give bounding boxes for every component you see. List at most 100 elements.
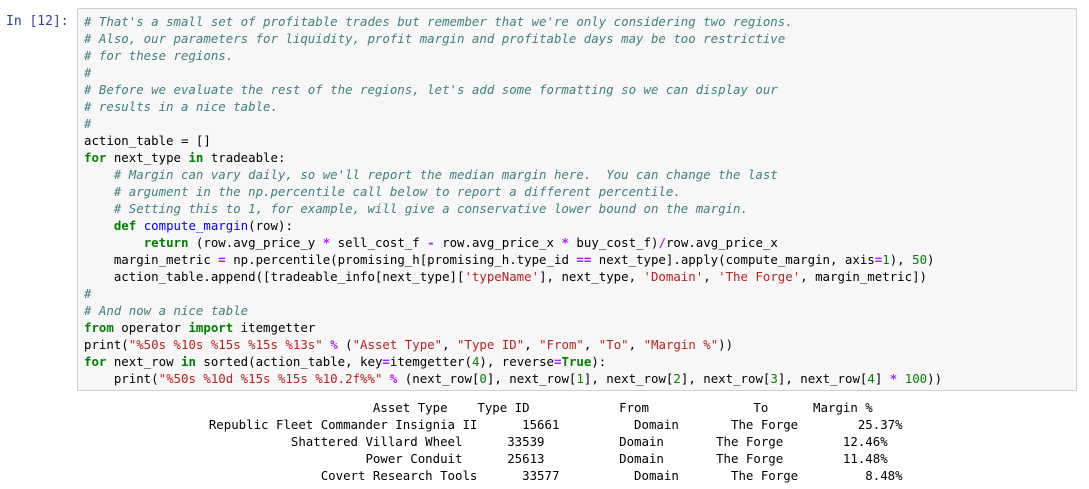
code-line: action_table.append([tradeable_info[next… xyxy=(84,268,942,285)
code-token-string: "To" xyxy=(598,337,629,352)
code-token-plain: row.avg_price_x xyxy=(434,235,562,250)
code-token-plain: , xyxy=(524,337,540,352)
code-token-plain: , xyxy=(703,269,719,284)
code-token-comment: # xyxy=(84,116,92,131)
code-token-keyword: import xyxy=(188,320,234,335)
code-token-operator: / xyxy=(658,235,666,250)
code-line: # xyxy=(84,285,942,302)
code-token-string: 'Domain' xyxy=(643,269,704,284)
code-token-operator: = xyxy=(382,354,390,369)
code-token-plain: ): xyxy=(591,354,607,369)
code-token-number: 2 xyxy=(673,371,681,386)
code-token-keyword: def xyxy=(113,218,137,233)
code-block[interactable]: # That's a small set of profitable trade… xyxy=(84,13,942,387)
code-token-string: "Asset Type" xyxy=(352,337,443,352)
code-token-keyword: True xyxy=(561,354,592,369)
code-token-plain: )) xyxy=(718,337,734,352)
code-token-comment: # That's a small set of profitable trade… xyxy=(84,14,793,29)
code-token-string: 'typeName' xyxy=(464,269,540,284)
code-token-keyword: in xyxy=(188,150,204,165)
code-token-plain: next_type].apply(compute_margin, axis xyxy=(591,252,875,267)
code-token-number: 50 xyxy=(912,252,928,267)
code-token-operator: - xyxy=(427,235,435,250)
code-token-operator: = xyxy=(554,354,562,369)
code-token-keyword: for xyxy=(84,354,107,369)
output-table-row: Power Conduit 25613 Domain The Forge 11.… xyxy=(82,451,888,466)
code-token-number: 4 xyxy=(867,371,875,386)
code-token-plain: next_row xyxy=(106,354,181,369)
code-token-plain: print( xyxy=(84,337,129,352)
code-line: # Also, our parameters for liquidity, pr… xyxy=(84,30,942,47)
code-line: for next_row in sorted(action_table, key… xyxy=(84,353,942,370)
code-token-operator: == xyxy=(576,252,592,267)
code-token-plain: , xyxy=(442,337,458,352)
code-token-plain: ], next_row[ xyxy=(680,371,771,386)
code-token-comment: # Before we evaluate the rest of the reg… xyxy=(84,82,778,97)
code-token-plain: row.avg_price_x xyxy=(665,235,778,250)
code-line: for next_type in tradeable: xyxy=(84,149,942,166)
code-line: # And now a nice table xyxy=(84,302,942,319)
cell-prompt: In [12]: xyxy=(6,14,69,29)
code-token-comment: # results in a nice table. xyxy=(84,99,278,114)
code-line: # results in a nice table. xyxy=(84,98,942,115)
code-token-operator: * xyxy=(561,235,569,250)
code-token-plain: (row): xyxy=(248,218,293,233)
code-line: # That's a small set of profitable trade… xyxy=(84,13,942,30)
output-table-row: Republic Fleet Commander Insignia II 156… xyxy=(82,417,903,432)
code-token-comment: # Margin can vary daily, so we'll report… xyxy=(113,167,778,182)
code-token-keyword: in xyxy=(181,354,196,369)
code-token-plain: , xyxy=(583,337,599,352)
code-token-number: 1 xyxy=(882,252,890,267)
code-token-plain: np.percentile(promising_h[promising_h.ty… xyxy=(225,252,577,267)
cell-output: Asset Type Type ID From To Margin % Repu… xyxy=(82,399,903,484)
code-token-plain: itemgetter xyxy=(233,320,316,335)
code-line: print("%50s %10s %15s %15s %13s" % ("Ass… xyxy=(84,336,942,353)
code-token-plain: buy_cost_f) xyxy=(568,235,659,250)
code-token-plain: action_table = [] xyxy=(84,133,211,148)
output-header-row: Asset Type Type ID From To Margin % xyxy=(82,400,873,415)
code-token-plain: next_type xyxy=(106,150,189,165)
code-token-keyword: return xyxy=(143,235,189,250)
code-token-plain: tradeable: xyxy=(203,150,286,165)
code-token-plain: ( xyxy=(337,337,353,352)
code-token-plain: sorted(action_table, key xyxy=(195,354,383,369)
code-token-funcname: compute_margin xyxy=(143,218,249,233)
code-token-comment: # And now a nice table xyxy=(84,303,249,318)
code-token-number: 1 xyxy=(576,371,584,386)
code-line: # Setting this to 1, for example, will g… xyxy=(84,200,942,217)
code-line: print("%50s %10d %15s %15s %10.2f%%" % (… xyxy=(84,370,942,387)
code-token-comment: # xyxy=(84,65,92,80)
code-line: def compute_margin(row): xyxy=(84,217,942,234)
code-token-keyword: for xyxy=(84,150,107,165)
code-line: # xyxy=(84,64,942,81)
code-token-plain: ], next_row[ xyxy=(777,371,868,386)
code-token-plain: (next_row[ xyxy=(397,371,480,386)
code-token-keyword: from xyxy=(84,320,114,335)
code-token-string: "Margin %" xyxy=(643,337,719,352)
code-token-plain: itemgetter( xyxy=(389,354,472,369)
code-cell-editor[interactable]: # That's a small set of profitable trade… xyxy=(77,8,1077,391)
code-line: action_table = [] xyxy=(84,132,942,149)
code-token-plain: sell_cost_f xyxy=(330,235,428,250)
code-line: from operator import itemgetter xyxy=(84,319,942,336)
code-token-number: 100 xyxy=(904,371,928,386)
code-token-string: "%50s %10s %15s %15s %13s" xyxy=(128,337,323,352)
notebook-page: { "cell": { "prompt": "In [12]:", "code_… xyxy=(0,0,1089,489)
code-token-comment: # for these regions. xyxy=(84,48,234,63)
code-token-plain: ) xyxy=(927,252,935,267)
code-line: return (row.avg_price_y * sell_cost_f - … xyxy=(84,234,942,251)
code-token-plain: ], next_row[ xyxy=(486,371,577,386)
code-token-comment: # Also, our parameters for liquidity, pr… xyxy=(84,31,786,46)
code-line: # Before we evaluate the rest of the reg… xyxy=(84,81,942,98)
code-line: # for these regions. xyxy=(84,47,942,64)
code-line: margin_metric = np.percentile(promising_… xyxy=(84,251,942,268)
code-token-plain: ), reverse xyxy=(479,354,555,369)
code-token-comment: # xyxy=(84,286,92,301)
code-token-plain: (row.avg_price_y xyxy=(188,235,323,250)
